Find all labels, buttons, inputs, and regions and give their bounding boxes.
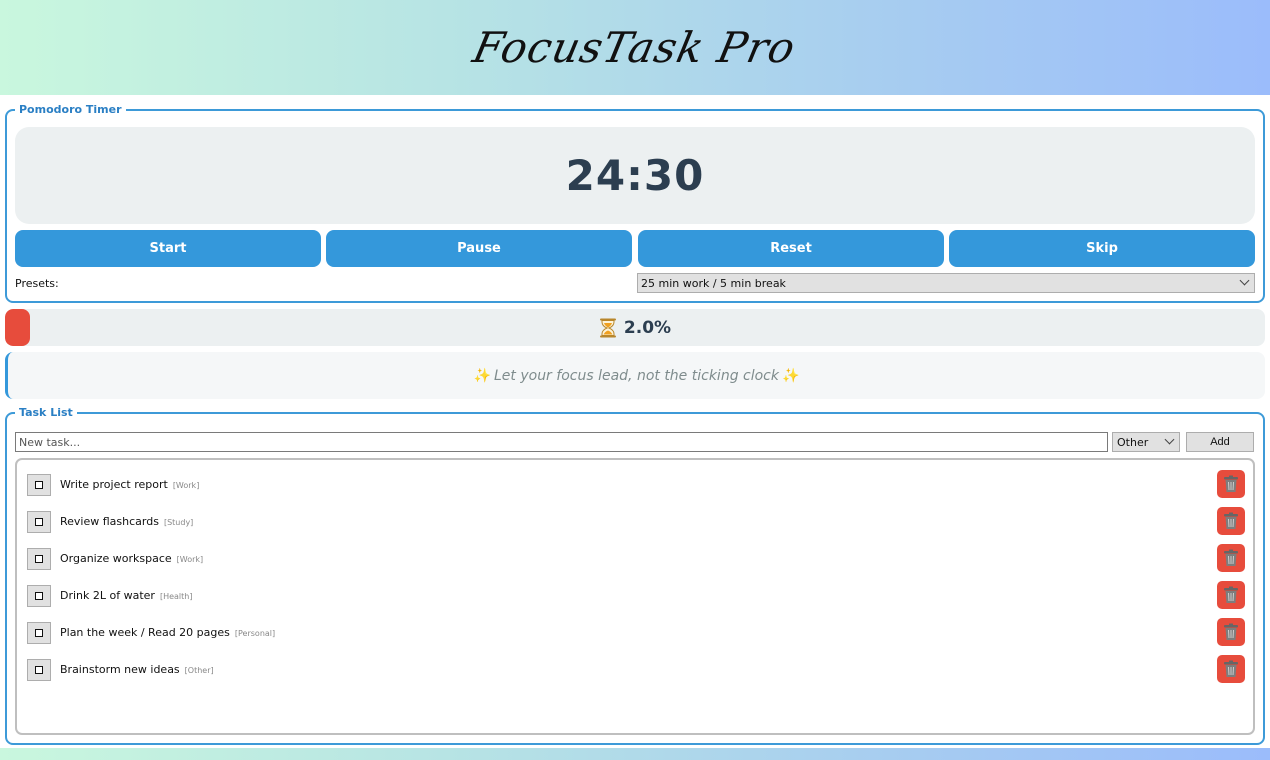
motivational-quote: ✨ Let your focus lead, not the ticking c…: [5, 352, 1265, 399]
presets-select[interactable]: 25 min work / 5 min break: [637, 273, 1255, 293]
add-task-button[interactable]: Add: [1186, 432, 1254, 452]
bottom-strip: [0, 748, 1270, 760]
list-item: Review flashcards [Study]: [27, 507, 1245, 537]
delete-task-button[interactable]: [1217, 655, 1245, 683]
progress-percent: 2.0%: [623, 317, 672, 338]
timer-value: 24:30: [565, 151, 705, 200]
trash-icon: [1224, 475, 1238, 492]
progress-label-wrap: 2.0%: [5, 309, 1265, 346]
task-title: Drink 2L of water [Health]: [60, 589, 192, 602]
task-title: Review flashcards [Study]: [60, 515, 193, 528]
main-panel: Pomodoro Timer 24:30 Start Pause Reset S…: [0, 95, 1270, 748]
category-selected-value: Other: [1117, 435, 1149, 449]
trash-icon: [1224, 549, 1238, 566]
task-category: [Study]: [163, 518, 194, 527]
checkbox-icon: [35, 481, 43, 489]
task-title-text: Write project report: [60, 478, 168, 491]
hourglass-icon: [599, 318, 616, 337]
timer-display: 24:30: [15, 127, 1255, 224]
task-title-text: Review flashcards: [60, 515, 159, 528]
task-title-text: Plan the week / Read 20 pages: [60, 626, 230, 639]
task-checkbox[interactable]: [27, 474, 51, 496]
task-title-text: Organize workspace: [60, 552, 172, 565]
checkbox-icon: [35, 518, 43, 526]
task-checkbox[interactable]: [27, 585, 51, 607]
pause-button[interactable]: Pause: [326, 230, 632, 267]
quote-text: Let your focus lead, not the ticking clo…: [493, 367, 779, 384]
new-task-input[interactable]: [15, 432, 1108, 452]
app-header: FocusTask Pro: [0, 0, 1270, 95]
reset-button[interactable]: Reset: [638, 230, 944, 267]
trash-icon: [1224, 623, 1238, 640]
list-item: Organize workspace [Work]: [27, 544, 1245, 574]
delete-task-button[interactable]: [1217, 470, 1245, 498]
task-title: Organize workspace [Work]: [60, 552, 203, 565]
delete-task-button[interactable]: [1217, 618, 1245, 646]
start-button[interactable]: Start: [15, 230, 321, 267]
checkbox-icon: [35, 629, 43, 637]
task-category: [Personal]: [234, 629, 276, 638]
task-checkbox[interactable]: [27, 622, 51, 644]
trash-icon: [1224, 660, 1238, 677]
progress-bar: 2.0%: [5, 309, 1265, 346]
task-category: [Work]: [172, 481, 200, 490]
task-category: [Health]: [159, 592, 193, 601]
delete-task-button[interactable]: [1217, 581, 1245, 609]
task-list: Write project report [Work] Review flashc…: [15, 458, 1255, 735]
category-select[interactable]: Other: [1112, 432, 1180, 452]
trash-icon: [1224, 512, 1238, 529]
delete-task-button[interactable]: [1217, 544, 1245, 572]
list-item: Brainstorm new ideas [Other]: [27, 655, 1245, 685]
presets-selected-value: 25 min work / 5 min break: [641, 276, 786, 290]
task-checkbox[interactable]: [27, 659, 51, 681]
skip-button[interactable]: Skip: [949, 230, 1255, 267]
app-logo: FocusTask Pro: [469, 23, 801, 72]
task-list-legend: Task List: [19, 406, 73, 419]
task-checkbox[interactable]: [27, 511, 51, 533]
task-title: Plan the week / Read 20 pages [Personal]: [60, 626, 275, 639]
timer-controls: Start Pause Reset Skip: [15, 230, 1255, 267]
task-title: Write project report [Work]: [60, 478, 199, 491]
list-item: Write project report [Work]: [27, 470, 1245, 500]
presets-label: Presets:: [15, 277, 59, 290]
list-item: Plan the week / Read 20 pages [Personal]: [27, 618, 1245, 648]
task-category: [Work]: [176, 555, 204, 564]
delete-task-button[interactable]: [1217, 507, 1245, 535]
chevron-down-icon: [1239, 275, 1250, 286]
list-item: Drink 2L of water [Health]: [27, 581, 1245, 611]
task-checkbox[interactable]: [27, 548, 51, 570]
checkbox-icon: [35, 666, 43, 674]
trash-icon: [1224, 586, 1238, 603]
task-title: Brainstorm new ideas [Other]: [60, 663, 214, 676]
sparkle-icon: ✨: [473, 367, 491, 384]
task-category: [Other]: [184, 666, 214, 675]
pomodoro-timer-legend: Pomodoro Timer: [19, 103, 122, 116]
task-title-text: Brainstorm new ideas: [60, 663, 180, 676]
checkbox-icon: [35, 555, 43, 563]
chevron-down-icon: [1164, 434, 1175, 445]
sparkle-icon: ✨: [782, 367, 800, 384]
task-title-text: Drink 2L of water: [60, 589, 155, 602]
checkbox-icon: [35, 592, 43, 600]
